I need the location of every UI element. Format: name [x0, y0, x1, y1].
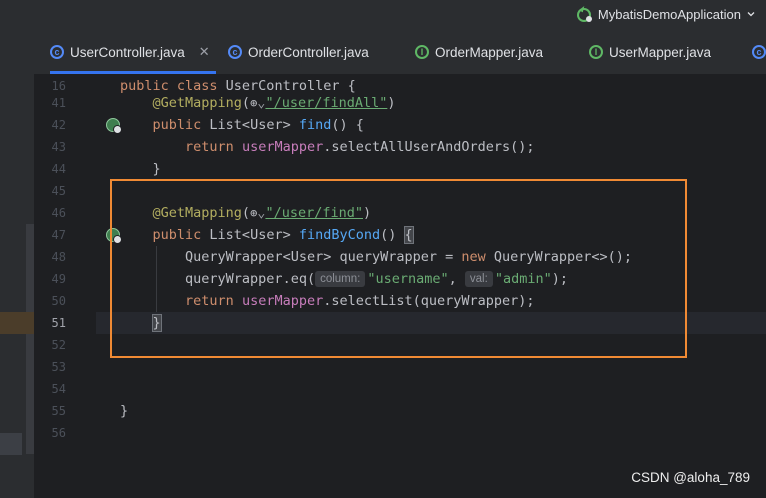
code-text: }: [120, 403, 129, 419]
code-text: public List<User> find() {: [152, 117, 364, 133]
class-icon: c: [752, 45, 766, 59]
code-line-55[interactable]: 55 }: [34, 400, 766, 422]
line-number: 45: [51, 184, 66, 198]
line-number: 43: [51, 140, 66, 154]
line-number: 42: [51, 118, 66, 132]
endpoint-gutter-icon[interactable]: [106, 118, 122, 134]
code-line-42[interactable]: 42 public List<User> find() {: [34, 114, 766, 136]
chevron-down-icon: [746, 7, 756, 22]
interface-icon: I: [589, 45, 603, 59]
line-number: 51: [51, 316, 66, 330]
class-icon: c: [50, 45, 64, 59]
tab-usermapper[interactable]: I UserMapper.java: [589, 30, 711, 74]
code-text: @GetMapping(⊕⌄"/user/findAll"): [152, 95, 396, 111]
line-number: 53: [51, 360, 66, 374]
line-number: 52: [51, 338, 66, 352]
tab-label: UserMapper.java: [609, 44, 712, 60]
line-number: 44: [51, 162, 66, 176]
tab-label: OrderMapper.java: [435, 44, 544, 60]
code-line-43[interactable]: 43 return userMapper.selectAllUserAndOrd…: [34, 136, 766, 158]
line-number: 47: [51, 228, 66, 242]
spring-boot-icon: [575, 5, 593, 23]
code-line-54[interactable]: 54: [34, 378, 766, 400]
scrollbar-thumb[interactable]: [26, 224, 34, 454]
current-line-marker: [0, 312, 34, 334]
title-bar: MybatisDemoApplication: [0, 0, 766, 30]
line-number: 55: [51, 404, 66, 418]
code-line-44[interactable]: 44 }: [34, 158, 766, 180]
line-number: 41: [51, 96, 66, 110]
line-number: 48: [51, 250, 66, 264]
run-config-selector[interactable]: MybatisDemoApplication: [575, 4, 756, 24]
close-icon[interactable]: ✕: [199, 44, 210, 60]
tab-usercontroller[interactable]: c UserController.java ✕: [50, 30, 216, 74]
line-number: 46: [51, 206, 66, 220]
interface-icon: I: [415, 45, 429, 59]
selected-item[interactable]: [0, 433, 22, 455]
run-config-label: MybatisDemoApplication: [597, 6, 741, 22]
tab-label: OrderController.java: [248, 44, 369, 60]
code-text: }: [152, 161, 161, 177]
code-line-56[interactable]: 56: [34, 422, 766, 444]
class-icon: c: [228, 45, 242, 59]
project-panel-edge[interactable]: [0, 74, 34, 498]
tab-ordercontroller[interactable]: c OrderController.java: [228, 30, 369, 74]
code-line-53[interactable]: 53: [34, 356, 766, 378]
tab-overflow[interactable]: c: [752, 30, 766, 74]
editor-tab-bar: c UserController.java ✕ c OrderControlle…: [0, 30, 766, 75]
code-line-41[interactable]: 41 @GetMapping(⊕⌄"/user/findAll"): [34, 92, 766, 114]
watermark: CSDN @aloha_789: [631, 470, 750, 485]
annotation-highlight-box: [110, 179, 687, 358]
tab-label: UserController.java: [70, 44, 185, 60]
line-number: 54: [51, 382, 66, 396]
code-text: return userMapper.selectAllUserAndOrders…: [185, 139, 535, 155]
line-number: 56: [51, 426, 66, 440]
tab-ordermapper[interactable]: I OrderMapper.java: [415, 30, 543, 74]
line-number: 50: [51, 294, 66, 308]
line-number: 49: [51, 272, 66, 286]
